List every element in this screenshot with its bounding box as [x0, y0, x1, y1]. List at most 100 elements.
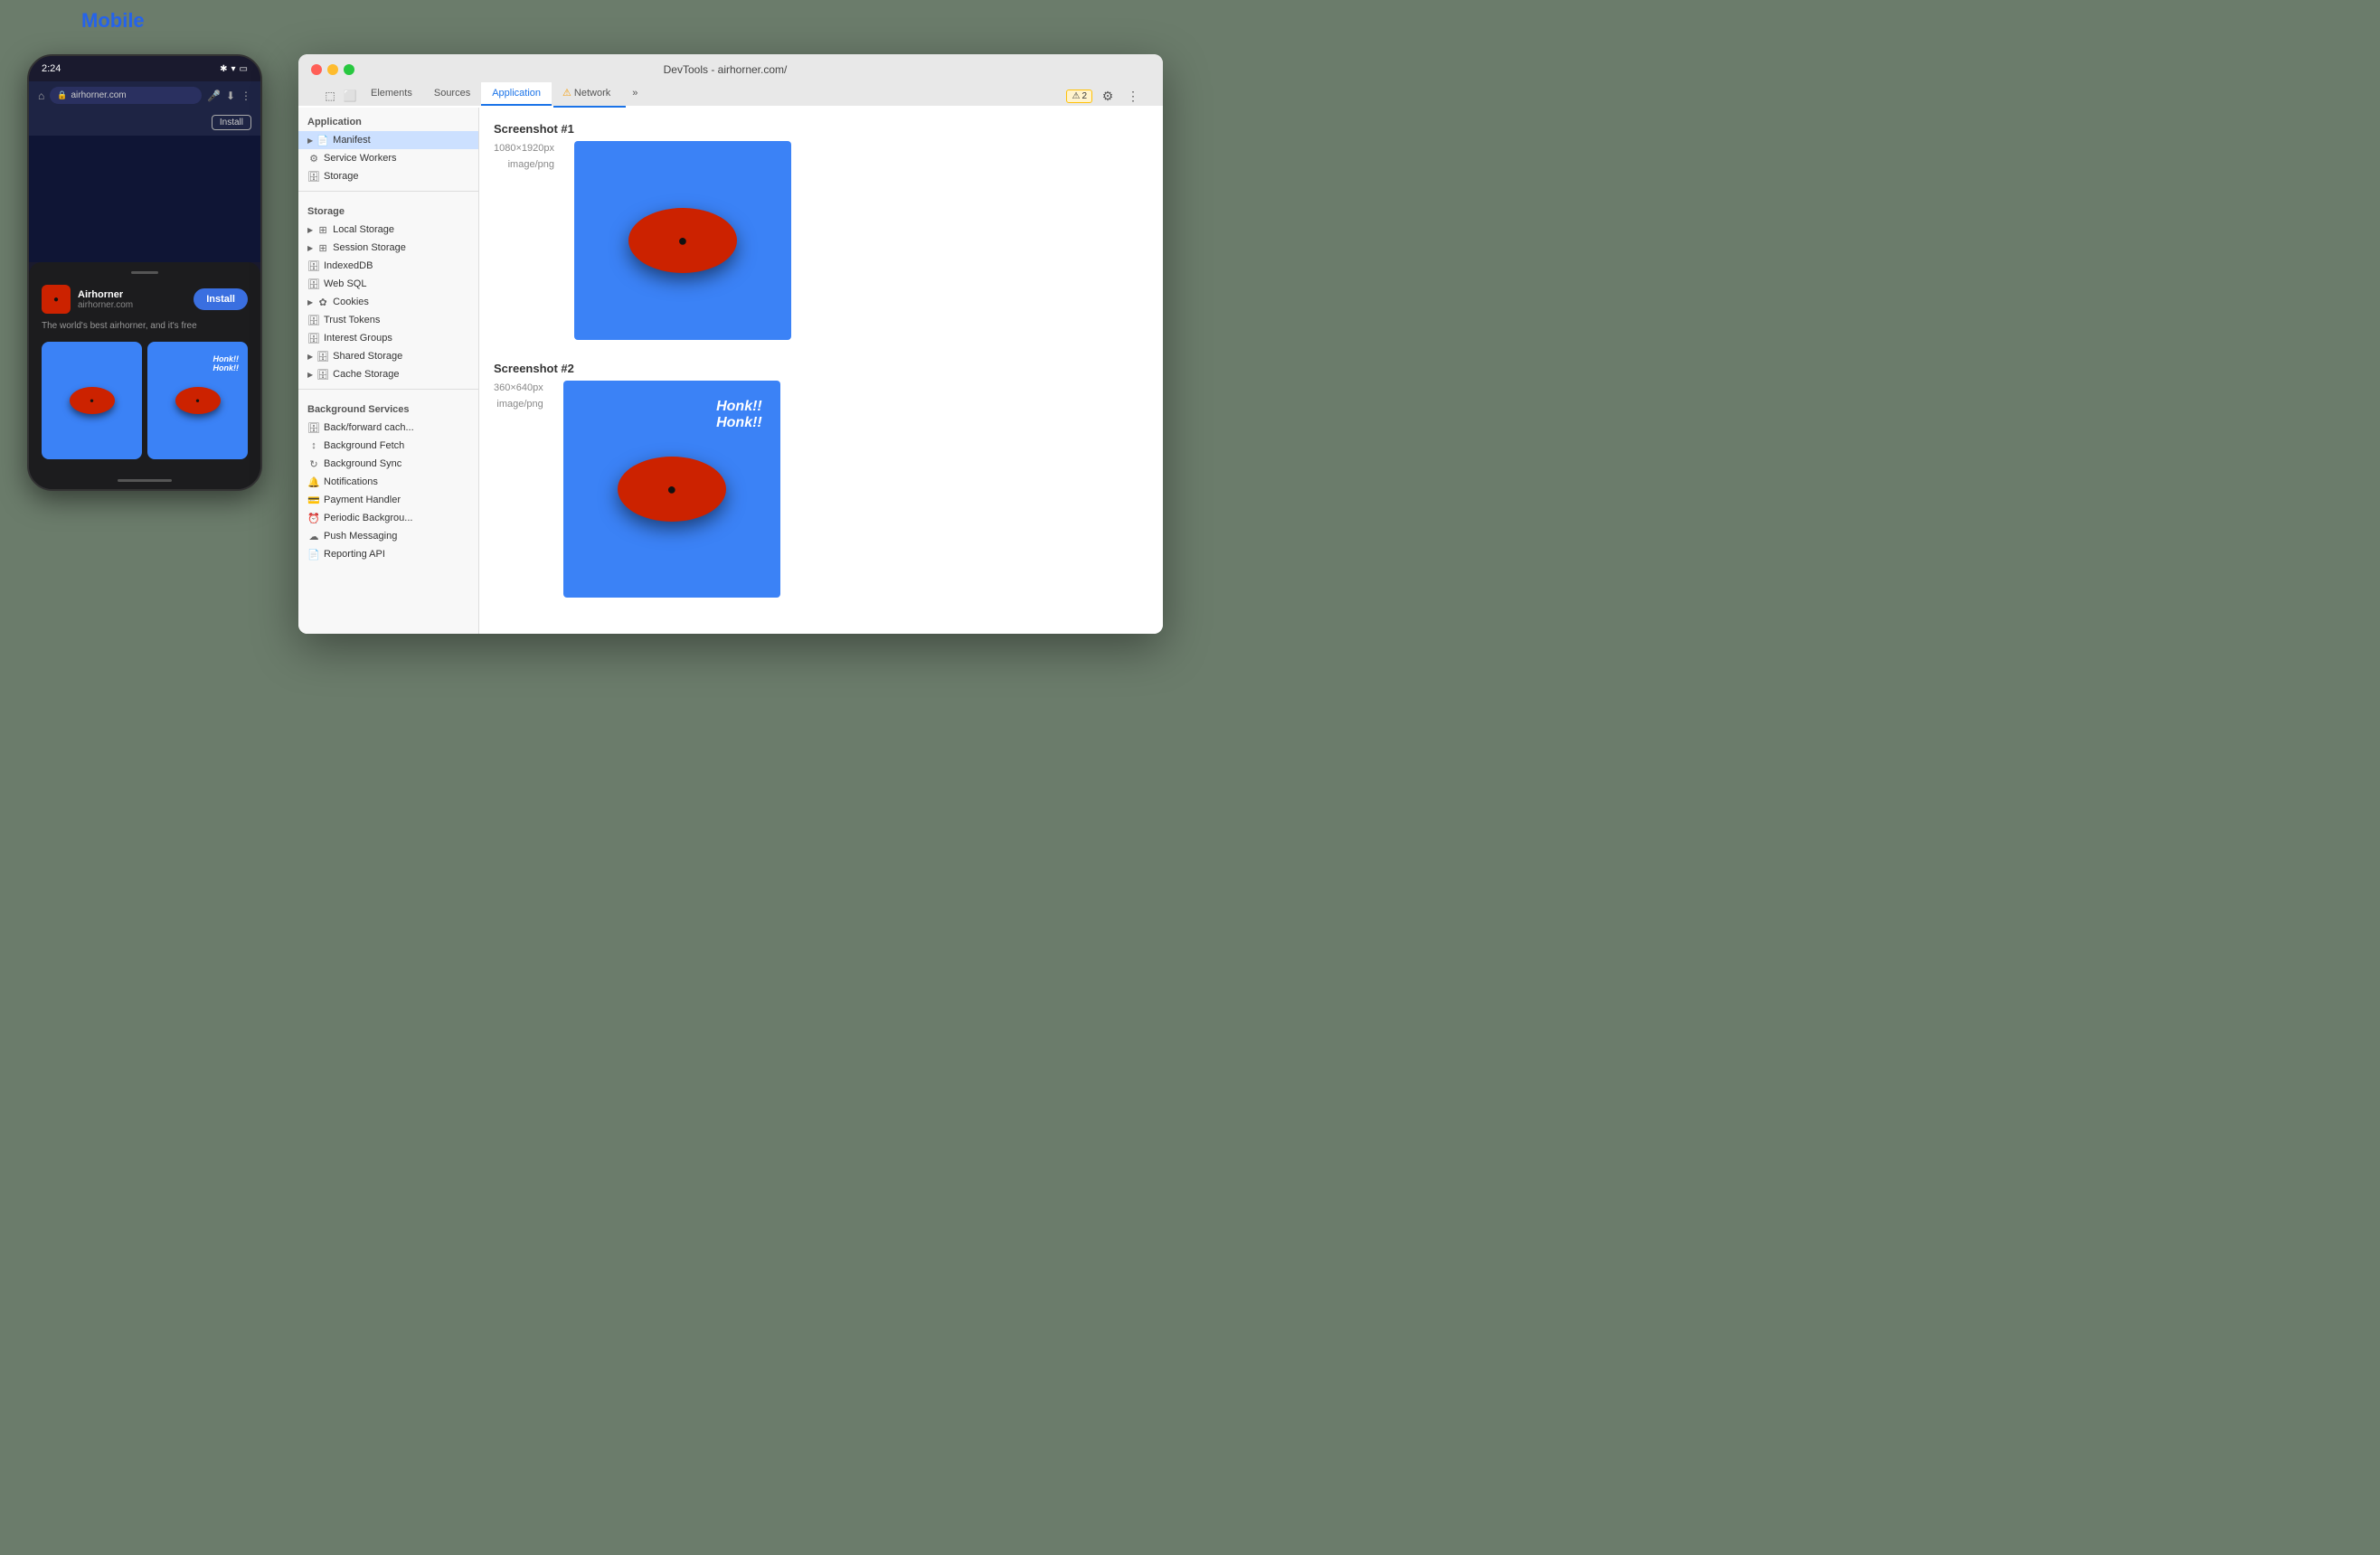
window-controls: [311, 64, 354, 75]
phone-screenshot-2: Honk!!Honk!!: [147, 342, 248, 459]
tab-elements[interactable]: Elements: [360, 82, 423, 106]
warning-badge-count: 2: [1081, 91, 1087, 101]
bg-sync-icon: ↻: [307, 457, 320, 470]
cache-storage-label: Cache Storage: [333, 369, 399, 380]
screenshot-2-image[interactable]: Honk!!Honk!!: [563, 381, 780, 598]
tab-application[interactable]: Application: [481, 82, 552, 106]
local-storage-icon: ⊞: [316, 223, 329, 236]
horn-icon-1: [70, 387, 115, 414]
phone-bottom-sheet: Airhorner airhorner.com Install The worl…: [29, 262, 260, 472]
payment-label: Payment Handler: [324, 495, 401, 505]
tab-more[interactable]: »: [621, 82, 648, 106]
sidebar-item-cookies[interactable]: ▶ ✿ Cookies: [298, 293, 478, 311]
sidebar-item-back-forward[interactable]: 🗄 Back/forward cach...: [298, 419, 478, 437]
phone-screenshot-1: [42, 342, 142, 459]
tab-network-label: Network: [574, 88, 610, 99]
sidebar-item-cache-storage[interactable]: ▶ 🗄 Cache Storage: [298, 365, 478, 383]
sidebar-item-push[interactable]: ☁ Push Messaging: [298, 527, 478, 545]
trust-tokens-label: Trust Tokens: [324, 315, 380, 325]
close-button[interactable]: [311, 64, 322, 75]
devtools-body: Application ▶ 📄 Manifest ⚙ Service Worke…: [298, 108, 1163, 634]
sidebar-item-reporting[interactable]: 📄 Reporting API: [298, 545, 478, 563]
local-storage-arrow: ▶: [307, 226, 313, 234]
sidebar-item-notifications[interactable]: 🔔 Notifications: [298, 473, 478, 491]
service-workers-label: Service Workers: [324, 153, 396, 164]
back-forward-label: Back/forward cach...: [324, 422, 414, 433]
sidebar-item-periodic-bg[interactable]: ⏰ Periodic Backgrou...: [298, 509, 478, 527]
manifest-arrow: ▶: [307, 137, 313, 145]
session-storage-label: Session Storage: [333, 242, 406, 253]
sidebar-item-interest-groups[interactable]: 🗄 Interest Groups: [298, 329, 478, 347]
sidebar-item-service-workers[interactable]: ⚙ Service Workers: [298, 149, 478, 167]
sidebar-item-manifest[interactable]: ▶ 📄 Manifest: [298, 131, 478, 149]
more-icon: ⋮: [241, 90, 251, 102]
install-button-top[interactable]: Install: [212, 115, 251, 130]
cookies-arrow: ▶: [307, 298, 313, 306]
sidebar-item-web-sql[interactable]: 🗄 Web SQL: [298, 275, 478, 293]
screenshot-2-type: image/png: [494, 397, 543, 413]
screenshot-2-dimensions: 360×640px: [494, 381, 543, 397]
sidebar-item-storage[interactable]: 🗄 Storage: [298, 167, 478, 185]
sidebar-item-bg-sync[interactable]: ↻ Background Sync: [298, 455, 478, 473]
app-icon: [42, 285, 71, 314]
payment-icon: 💳: [307, 494, 320, 506]
local-storage-label: Local Storage: [333, 224, 394, 235]
sidebar-item-session-storage[interactable]: ▶ ⊞ Session Storage: [298, 239, 478, 257]
web-sql-label: Web SQL: [324, 278, 367, 289]
mobile-label: Mobile: [81, 9, 145, 33]
screenshot-2-section: Screenshot #2 360×640px image/png Honk!!…: [494, 362, 1148, 598]
bg-sync-label: Background Sync: [324, 458, 401, 469]
phone-status-bar: 2:24 ✱ ▾ ▭: [29, 56, 260, 81]
section-storage: Storage: [298, 197, 478, 221]
sidebar-item-trust-tokens[interactable]: 🗄 Trust Tokens: [298, 311, 478, 329]
device-icon[interactable]: ⬜: [340, 86, 360, 106]
tab-network[interactable]: ⚠ Network: [552, 81, 621, 106]
interest-groups-label: Interest Groups: [324, 333, 392, 344]
cookies-icon: ✿: [316, 296, 329, 308]
home-bar: [118, 479, 172, 482]
tabs-right: ⚠ 2 ⚙ ⋮: [1066, 86, 1150, 106]
screenshot-2-title: Screenshot #2: [494, 362, 1148, 375]
minimize-button[interactable]: [327, 64, 338, 75]
screenshot-2-meta: 360×640px image/png: [494, 381, 543, 412]
inspect-icon[interactable]: ⬚: [320, 86, 340, 106]
phone-address-bar: ⌂ 🔒 airhorner.com 🎤 ⬇ ⋮: [29, 81, 260, 109]
reporting-icon: 📄: [307, 548, 320, 561]
warning-icon: ⚠: [562, 87, 571, 99]
warning-badge-icon: ⚠: [1072, 91, 1080, 101]
wifi-icon: ▾: [231, 64, 236, 74]
home-icon: ⌂: [38, 90, 44, 102]
shared-storage-icon: 🗄: [316, 350, 329, 363]
sidebar-item-local-storage[interactable]: ▶ ⊞ Local Storage: [298, 221, 478, 239]
more-menu-icon[interactable]: ⋮: [1123, 86, 1143, 106]
settings-icon[interactable]: ⚙: [1098, 86, 1118, 106]
warning-badge[interactable]: ⚠ 2: [1066, 90, 1092, 103]
sidebar-divider-2: [298, 389, 478, 390]
sidebar-divider-1: [298, 191, 478, 192]
sidebar-item-shared-storage[interactable]: ▶ 🗄 Shared Storage: [298, 347, 478, 365]
horn-2: [618, 457, 726, 522]
install-button-main[interactable]: Install: [194, 288, 248, 310]
phone-address-input[interactable]: 🔒 airhorner.com: [50, 87, 202, 104]
sidebar-item-indexeddb[interactable]: 🗄 IndexedDB: [298, 257, 478, 275]
sidebar-item-bg-fetch[interactable]: ↕ Background Fetch: [298, 437, 478, 455]
maximize-button[interactable]: [344, 64, 354, 75]
tab-sources[interactable]: Sources: [423, 82, 481, 106]
devtools-titlebar: DevTools - airhorner.com/ ⬚ ⬜ Elements S…: [298, 54, 1163, 106]
screenshot-1-section: Screenshot #1 1080×1920px image/png: [494, 122, 1148, 340]
screenshot-1-image[interactable]: [574, 141, 791, 340]
cookies-label: Cookies: [333, 297, 369, 307]
manifest-label: Manifest: [333, 135, 371, 146]
periodic-bg-label: Periodic Backgrou...: [324, 513, 412, 523]
sidebar-item-payment[interactable]: 💳 Payment Handler: [298, 491, 478, 509]
cache-storage-arrow: ▶: [307, 371, 313, 379]
phone-main-content: [29, 136, 260, 262]
shared-storage-label: Shared Storage: [333, 351, 402, 362]
devtools-main-panel: Screenshot #1 1080×1920px image/png Scre…: [479, 108, 1163, 634]
service-workers-icon: ⚙: [307, 152, 320, 165]
devtools-tabs: ⬚ ⬜ Elements Sources Application ⚠ Netwo…: [311, 81, 1150, 106]
devtools-window: DevTools - airhorner.com/ ⬚ ⬜ Elements S…: [298, 54, 1163, 634]
phone-install-banner-top: Install: [29, 109, 260, 136]
back-forward-icon: 🗄: [307, 421, 320, 434]
reporting-label: Reporting API: [324, 549, 385, 560]
